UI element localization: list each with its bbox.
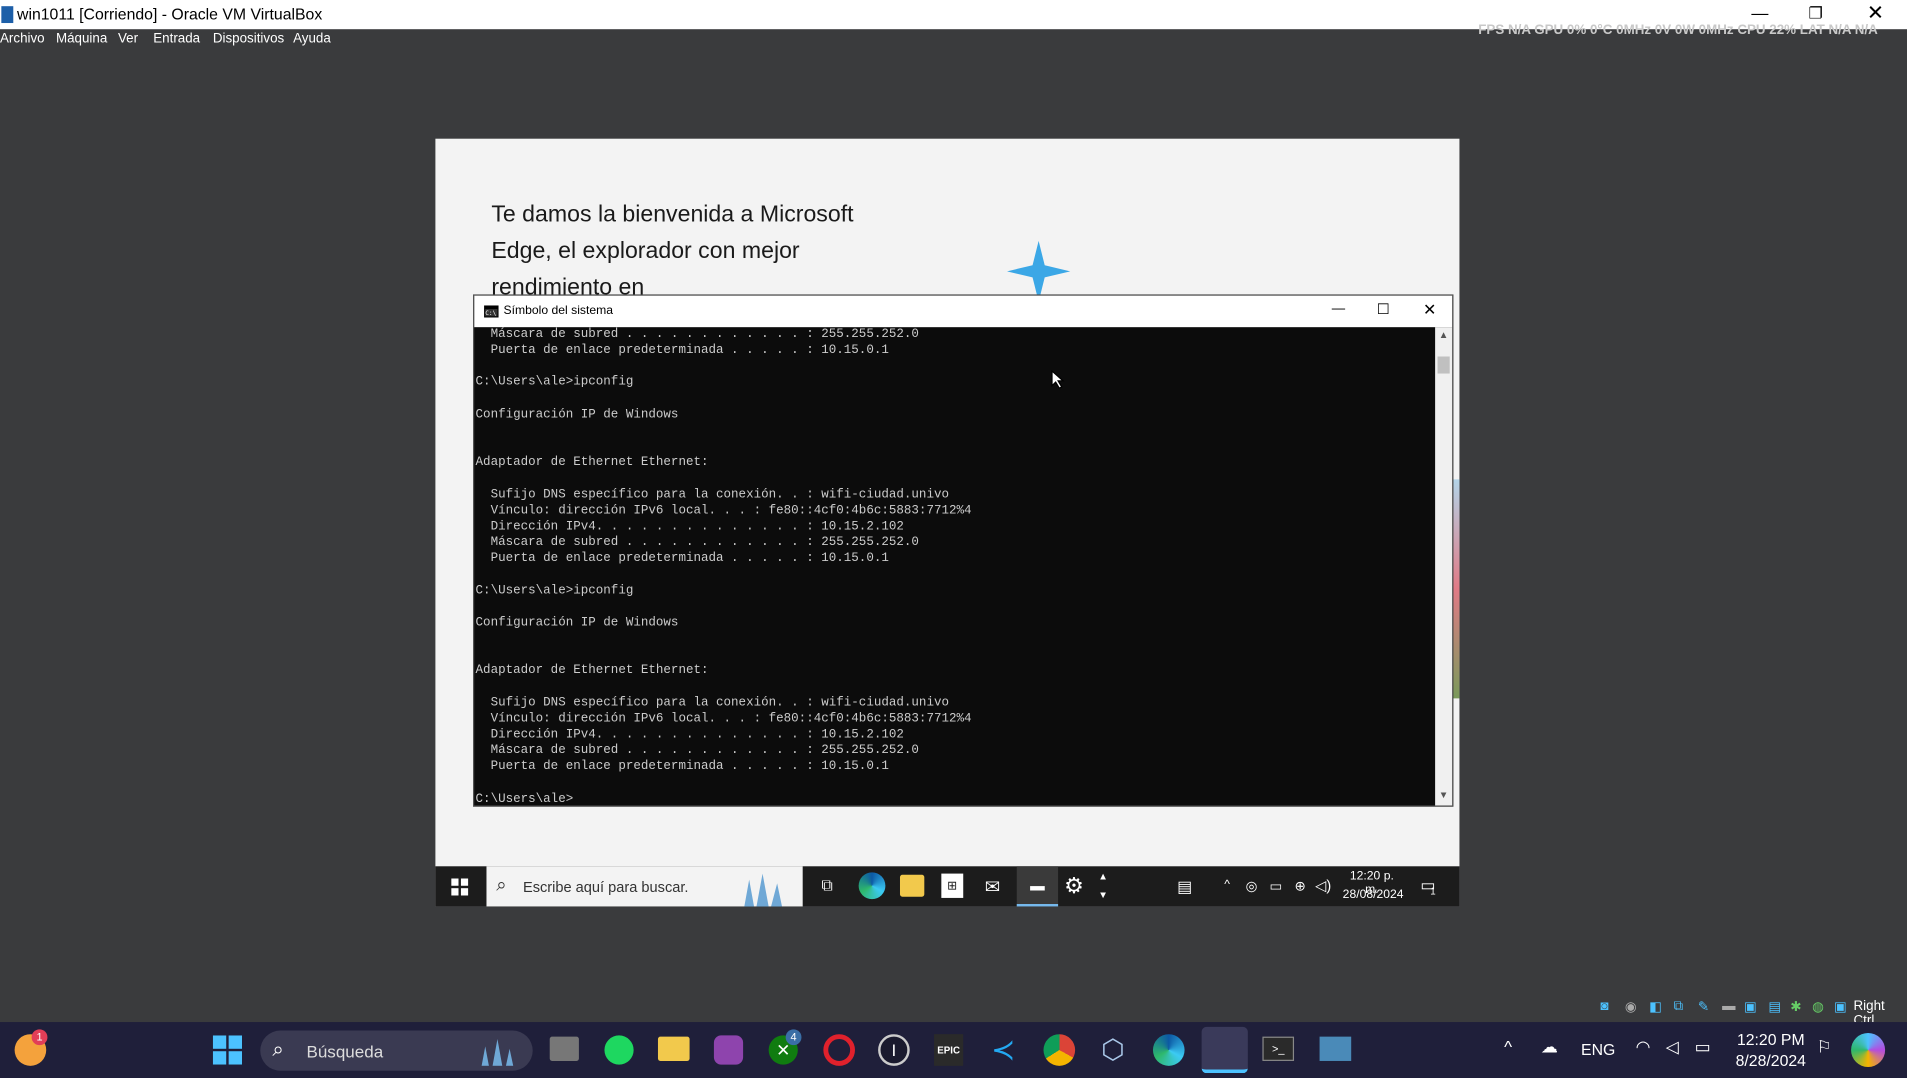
copilot-icon[interactable] <box>1851 1032 1886 1068</box>
host-clock-time[interactable]: 12:20 PM <box>1732 1031 1810 1049</box>
menu-archivo[interactable]: Archivo <box>0 32 45 47</box>
host-search-box[interactable]: ⌕ Búsqueda <box>260 1030 533 1071</box>
vscode-icon[interactable]: ≺ <box>988 1034 1020 1067</box>
minimize-icon[interactable]: — <box>1751 2 1768 21</box>
cmd-console[interactable]: Máscara de subred . . . . . . . . . . . … <box>474 327 1436 806</box>
host-search-label: Búsqueda <box>306 1041 384 1061</box>
shared-folder-icon[interactable]: ▬ <box>1722 999 1735 1014</box>
restore-icon[interactable]: ❐ <box>1808 4 1822 23</box>
guest-search-placeholder: Escribe aquí para buscar. <box>522 878 689 896</box>
task-view-icon[interactable] <box>549 1036 579 1061</box>
epic-games-icon[interactable]: EPIC <box>934 1034 964 1066</box>
svg-text:C:\: C:\ <box>485 310 496 317</box>
hdd-status-icon[interactable]: ◙ <box>1601 999 1609 1014</box>
cmd-title: Símbolo del sistema <box>503 304 614 318</box>
sparkle-icon <box>1007 240 1071 302</box>
network-status-icon[interactable]: ⧉ <box>1673 999 1683 1015</box>
menu-entrada[interactable]: Entrada <box>153 32 200 47</box>
1password-icon[interactable]: I <box>878 1034 910 1066</box>
edge-welcome-text: Te damos la bienvenida a Microsoft Edge,… <box>491 201 854 301</box>
performance-overlay: FPS N/A GPU 0% 0°C 0MHz 0V 0W 0MHz CPU 2… <box>1478 23 1878 38</box>
notification-count: 1 <box>1430 885 1436 897</box>
window-title: win1011 [Corriendo] - Oracle VM VirtualB… <box>17 4 323 24</box>
volume-muted-icon[interactable]: ◁ <box>1661 1037 1683 1058</box>
mouse-cursor-icon <box>1050 779 1354 816</box>
close-icon[interactable]: ✕ <box>1867 1 1884 25</box>
optical-status-icon[interactable]: ◉ <box>1625 999 1637 1015</box>
search-highlight-icon <box>744 873 783 907</box>
cursor-arrow-icon <box>1051 369 1065 389</box>
menu-ver[interactable]: Ver <box>118 32 138 47</box>
cmd-maximize-icon[interactable]: ☐ <box>1377 301 1390 318</box>
keyboard-status-icon[interactable]: ▣ <box>1834 999 1847 1015</box>
host-clock-date[interactable]: 8/28/2024 <box>1732 1051 1810 1069</box>
recording-status-icon[interactable]: ▤ <box>1768 999 1781 1015</box>
explorer-taskbar-icon[interactable] <box>899 874 925 897</box>
tray-chevron-icon[interactable]: ^ <box>1498 1037 1517 1056</box>
audio-status-icon[interactable]: ◧ <box>1649 999 1662 1015</box>
cmd-minimize-icon[interactable]: — <box>1332 302 1345 317</box>
menu-dispositivos[interactable]: Dispositivos <box>213 32 284 47</box>
cmd-close-icon[interactable]: ✕ <box>1423 301 1436 320</box>
task-view-icon[interactable]: ⧉ <box>815 876 839 895</box>
edge-icon[interactable] <box>1152 1034 1185 1066</box>
guest-clock-date[interactable]: 28/08/2024 <box>1343 888 1404 901</box>
wifi-icon[interactable]: ◠ <box>1632 1037 1654 1058</box>
menu-ayuda[interactable]: Ayuda <box>293 32 331 47</box>
mail-taskbar-icon[interactable]: ✉ <box>980 876 1004 898</box>
spotify-icon[interactable] <box>604 1035 634 1065</box>
network-icon[interactable]: ⊕ <box>1292 878 1309 895</box>
terminal-icon[interactable]: >_ <box>1262 1036 1295 1061</box>
mouse-integration-icon[interactable]: ◍ <box>1812 999 1824 1015</box>
battery-icon[interactable]: ▭ <box>1691 1037 1715 1058</box>
cmd-output: Máscara de subred . . . . . . . . . . . … <box>475 327 972 806</box>
scroll-thumb[interactable] <box>1437 356 1450 374</box>
file-explorer-icon[interactable] <box>657 1036 690 1061</box>
notification-icon[interactable]: ▭ <box>1416 876 1440 895</box>
guest-search-box[interactable]: ⌕ Escribe aquí para buscar. <box>486 866 803 907</box>
search-highlight-icon <box>481 1039 514 1066</box>
monitor-app-icon[interactable] <box>1319 1036 1352 1061</box>
usb-status-icon[interactable]: ✎ <box>1698 999 1709 1015</box>
cmd-taskbar-icon[interactable]: ▬ <box>1016 866 1059 907</box>
guest-taskbar: ⌕ Escribe aquí para buscar. ⧉ ⊞ ✉ ▬ ⚙ ▲ ▼… <box>435 866 1460 907</box>
notification-bell-icon[interactable]: ⚐ <box>1815 1037 1834 1058</box>
windows-start-icon[interactable] <box>451 878 469 896</box>
search-icon: ⌕ <box>496 874 507 896</box>
opera-icon[interactable] <box>823 1034 855 1066</box>
cmd-scrollbar[interactable]: ▲ ▼ <box>1435 327 1453 806</box>
scroll-up-icon[interactable]: ▲ <box>1439 330 1449 341</box>
tray-app-icon[interactable]: ◎ <box>1243 878 1260 895</box>
news-icon[interactable]: ▤ <box>1172 877 1196 896</box>
edge-taskbar-icon[interactable] <box>858 872 886 900</box>
host-search-icon: ⌕ <box>272 1037 285 1061</box>
virtualbox-app-icon[interactable]: ⬡ <box>1098 1034 1127 1066</box>
cpu-status-icon[interactable]: ✱ <box>1790 999 1801 1015</box>
widget-badge: 1 <box>31 1029 48 1046</box>
volume-icon[interactable]: ◁) <box>1313 877 1332 894</box>
settings-taskbar-icon[interactable]: ⚙ <box>1061 874 1088 900</box>
xbox-badge: 4 <box>785 1029 802 1046</box>
taskbar-scroll-icon[interactable]: ▲ ▼ <box>1097 868 1109 905</box>
onedrive-error-icon[interactable]: ☁ <box>1537 1037 1561 1058</box>
cmd-window[interactable]: C:\ Símbolo del sistema — ☐ ✕ Máscara de… <box>473 294 1454 807</box>
menu-maquina[interactable]: Máquina <box>56 32 107 47</box>
store-taskbar-icon[interactable]: ⊞ <box>941 873 964 898</box>
vm-window-icon[interactable] <box>1201 1026 1248 1074</box>
podcast-app-icon[interactable] <box>713 1035 744 1065</box>
windows11-start-icon[interactable] <box>212 1035 243 1065</box>
scroll-down-icon[interactable]: ▼ <box>1439 790 1449 801</box>
cmd-icon: C:\ <box>484 305 499 318</box>
host-taskbar: 1 ⌕ Búsqueda ✕ 4 I EPIC ≺ ⬡ >_ ^ ☁ ENG ◠… <box>0 1022 1907 1078</box>
battery-icon[interactable]: ▭ <box>1267 878 1284 895</box>
chrome-icon[interactable] <box>1043 1034 1076 1066</box>
display-status-icon[interactable]: ▣ <box>1744 999 1757 1015</box>
language-indicator[interactable]: ENG <box>1581 1040 1615 1058</box>
virtualbox-icon <box>1 6 14 24</box>
vbox-status-bar: ◙ ◉ ◧ ⧉ ✎ ▬ ▣ ▤ ✱ ◍ ▣ Right Ctrl <box>1601 999 1907 1028</box>
tray-chevron-icon[interactable]: ^ <box>1219 878 1236 891</box>
cmd-titlebar[interactable]: C:\ Símbolo del sistema — ☐ ✕ <box>474 295 1453 328</box>
